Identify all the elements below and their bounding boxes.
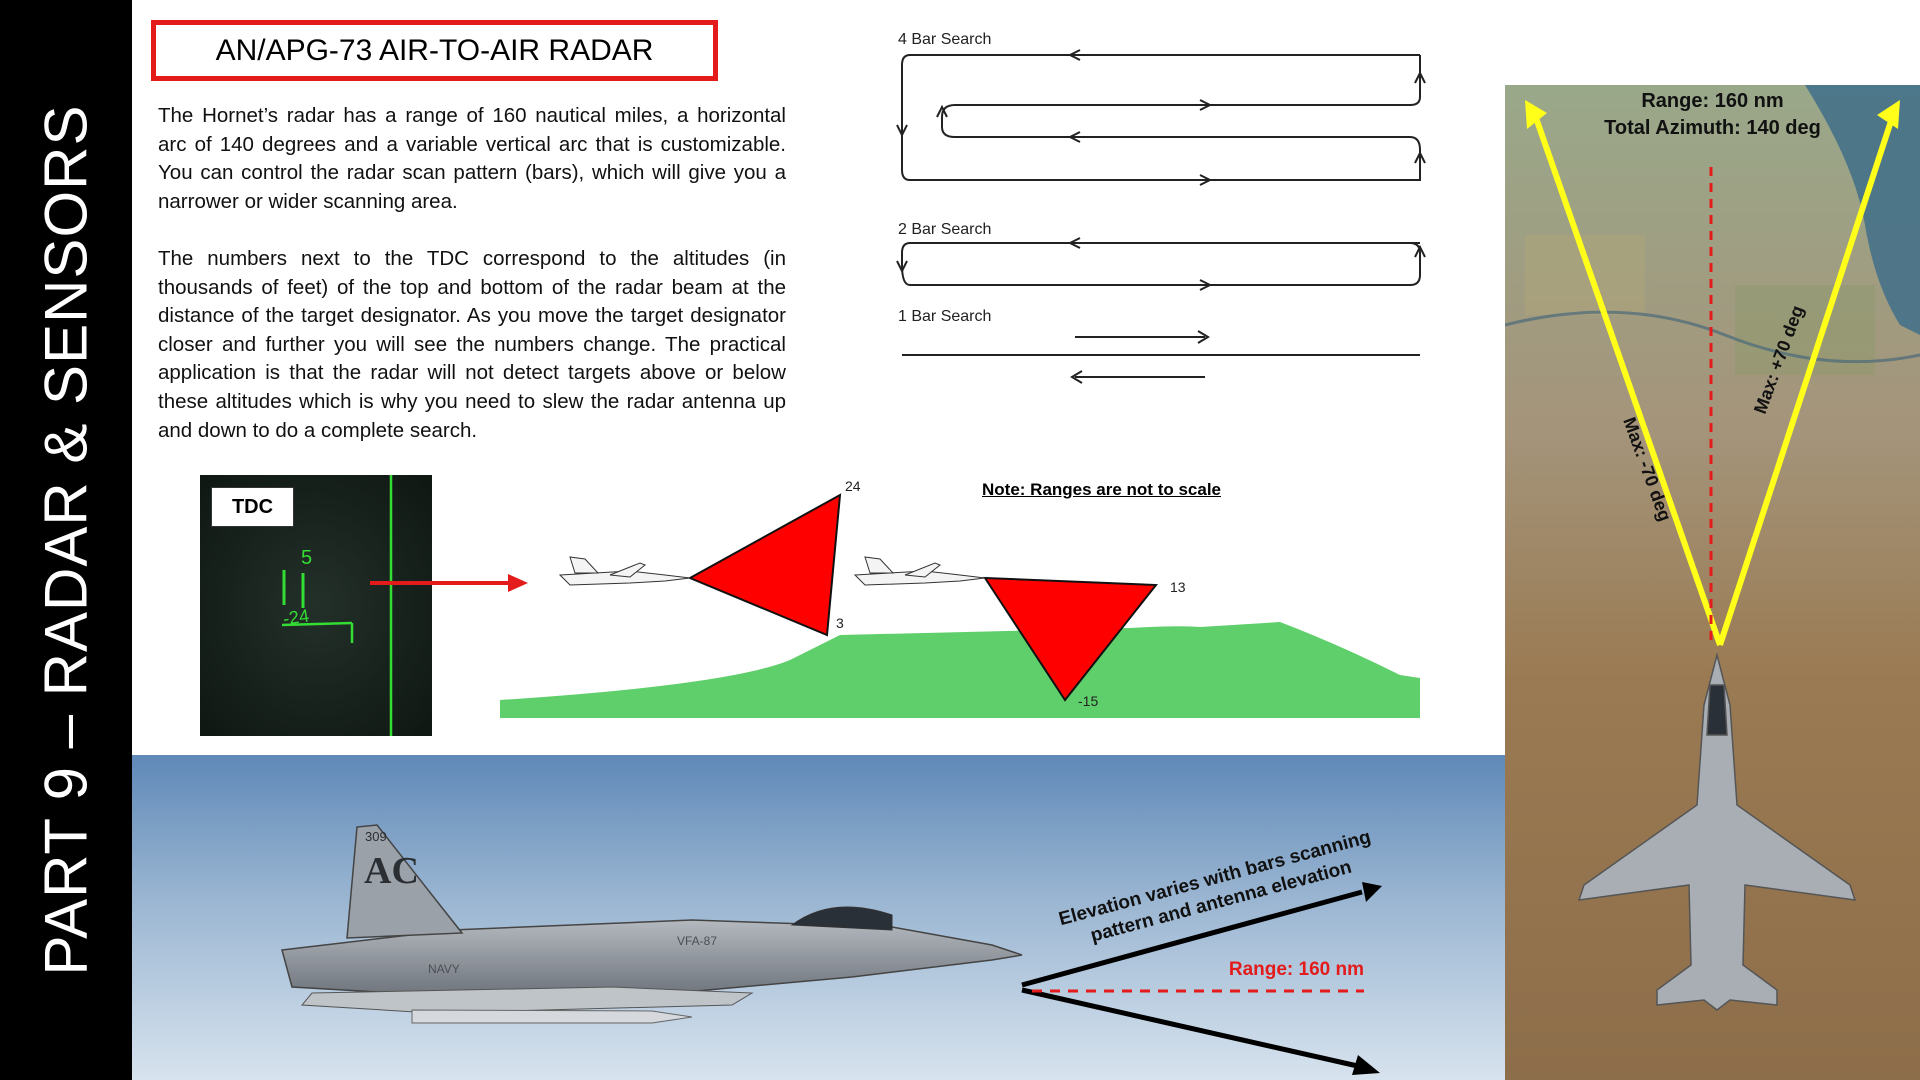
four-bar-inner-path bbox=[941, 55, 1421, 163]
far-beam-top-value: 24 bbox=[845, 478, 861, 494]
top-azimuth-label: Total Azimuth: 140 deg bbox=[1604, 117, 1821, 139]
scan-pattern-diagram: 4 Bar Search 2 Bar Search 1 Bar Search bbox=[896, 31, 1426, 384]
description-paragraph-tdc: The numbers next to the TDC correspond t… bbox=[158, 247, 786, 442]
section-sidebar: PART 9 – RADAR & SENSORS bbox=[0, 0, 132, 1080]
tdc-top-value: 5 bbox=[301, 547, 312, 569]
page-title: AN/APG-73 AIR-TO-AIR RADAR bbox=[151, 20, 718, 81]
top-view-photo: Max: -70 deg Max: +70 deg Range: 160 nm … bbox=[1505, 85, 1920, 1080]
squadron-marking: VFA-87 bbox=[677, 934, 717, 948]
elevation-diagram: 24 3 13 -15 bbox=[500, 478, 1420, 718]
terrain-shape bbox=[500, 622, 1420, 718]
scale-note: Note: Ranges are not to scale bbox=[982, 480, 1222, 499]
tdc-bottom-value: -24 bbox=[282, 606, 311, 629]
tail-code: AC bbox=[364, 850, 419, 892]
side-range-label: Range: 160 nm bbox=[1229, 959, 1364, 980]
tail-number: 309 bbox=[365, 829, 387, 844]
near-beam-bottom-value: -15 bbox=[1078, 693, 1098, 709]
one-bar-label: 1 Bar Search bbox=[898, 308, 991, 325]
section-title: PART 9 – RADAR & SENSORS bbox=[32, 104, 100, 976]
two-bar-label: 2 Bar Search bbox=[898, 221, 991, 238]
tdc-label: TDC bbox=[211, 487, 294, 527]
far-beam-bottom-value: 3 bbox=[836, 615, 844, 631]
top-range-label: Range: 160 nm bbox=[1641, 90, 1784, 112]
navy-marking: NAVY bbox=[428, 962, 460, 976]
near-beam-top-value: 13 bbox=[1170, 579, 1186, 595]
four-bar-label: 4 Bar Search bbox=[898, 31, 991, 48]
description-paragraph-range: The Hornet’s radar has a range of 160 na… bbox=[158, 104, 786, 213]
jet-near-silhouette bbox=[853, 556, 986, 586]
four-bar-path bbox=[901, 54, 1421, 181]
far-beam-triangle bbox=[687, 493, 842, 637]
two-bar-path bbox=[901, 242, 1421, 286]
jet-far-silhouette bbox=[558, 556, 691, 586]
side-view-photo: AC 309 VFA-87 NAVY Elevation varies with… bbox=[132, 755, 1505, 1080]
tdc-inset: 5 -24 TDC bbox=[200, 475, 432, 736]
